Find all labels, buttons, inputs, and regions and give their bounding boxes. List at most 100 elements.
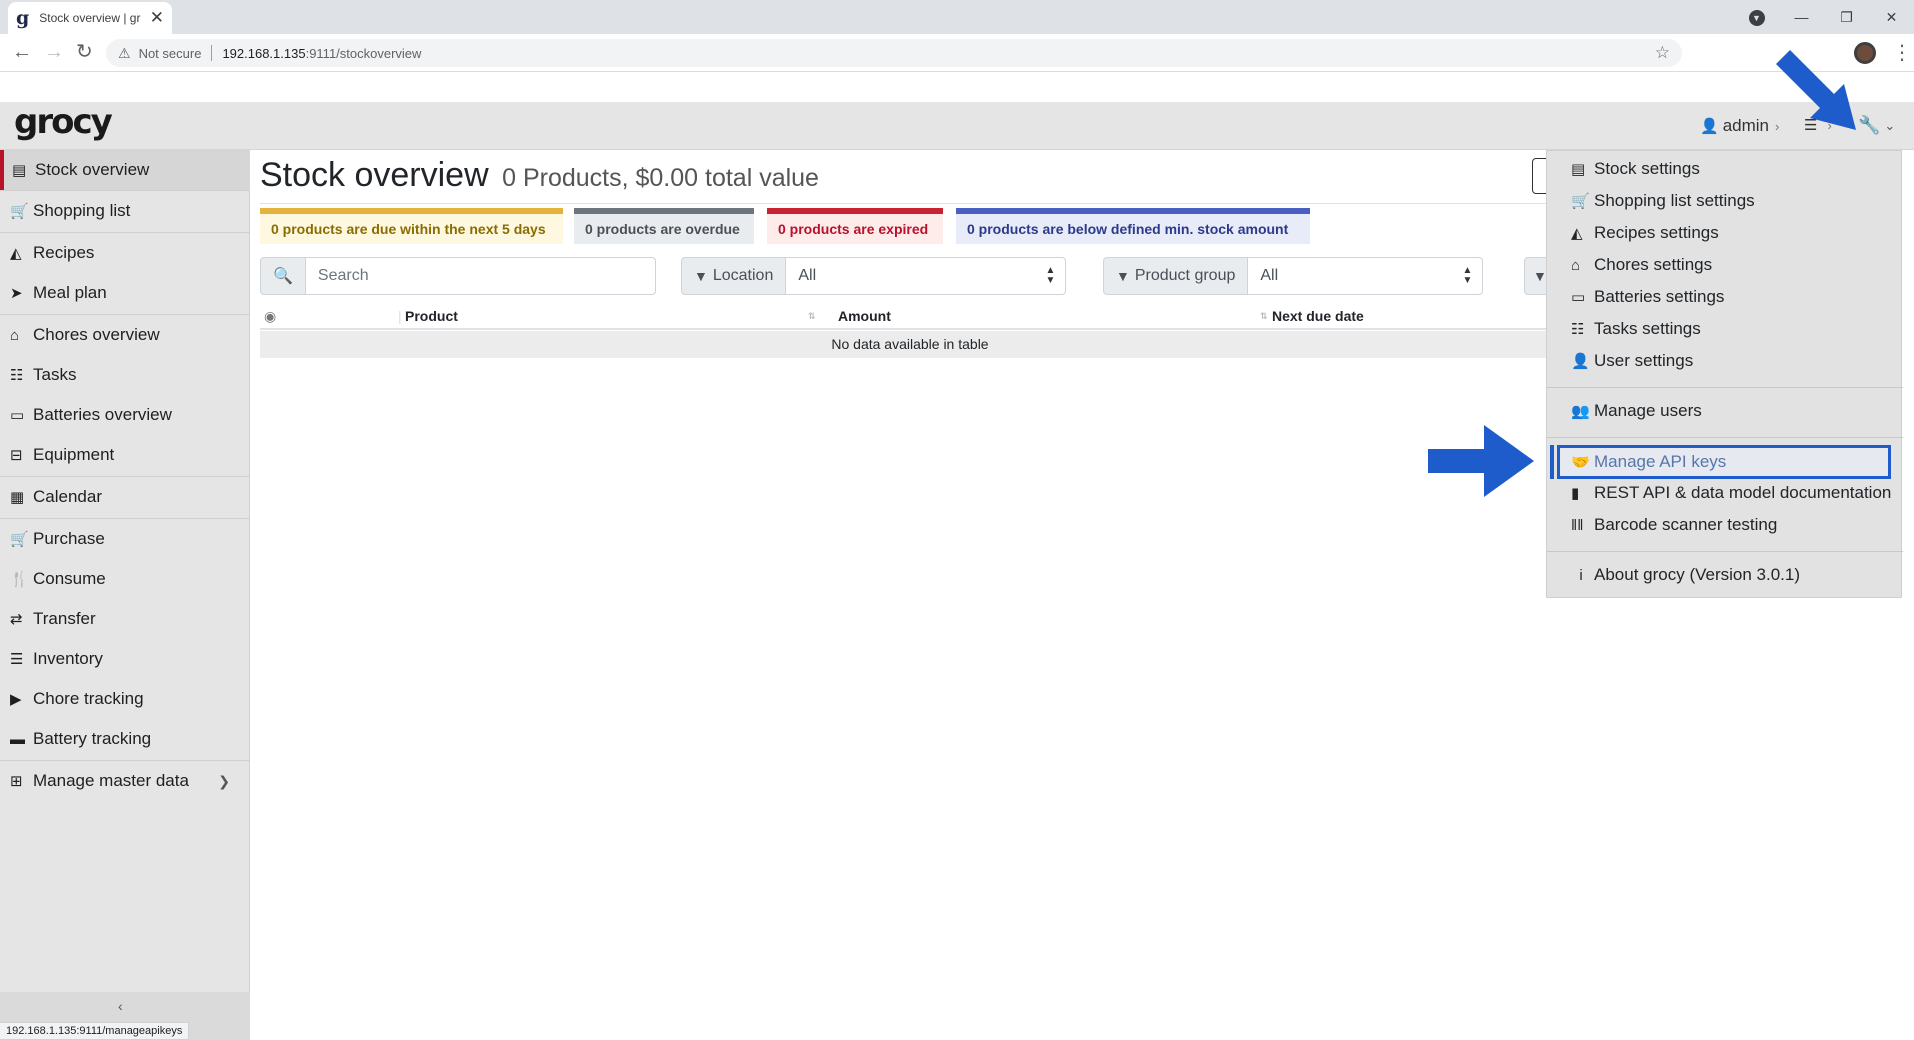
sidebar-item-chore-tracking[interactable]: ▶ Chore tracking — [0, 679, 250, 719]
omnibox-separator — [211, 45, 213, 61]
chevron-down-icon: ▼ — [1748, 10, 1765, 26]
menu-item-label: Recipes settings — [1594, 223, 1719, 242]
car-battery-icon: ▬ — [10, 730, 25, 748]
menu-item-label: About grocy (Version 3.0.1) — [1594, 565, 1801, 584]
sidebar-item-label: Purchase — [33, 529, 105, 548]
sidebar-item-label: Chore tracking — [33, 689, 144, 708]
sidebar-item-transfer[interactable]: ⇄ Transfer — [0, 599, 250, 639]
sidebar-item-shopping-list[interactable]: 🛒 Shopping list — [0, 191, 250, 231]
address-bar[interactable]: ⚠ Not secure 192.168.1.135:9111/stockove… — [106, 39, 1682, 67]
sidebar-item-purchase[interactable]: 🛒 Purchase — [0, 519, 250, 559]
minimize-button[interactable]: — — [1779, 9, 1824, 25]
stock-table-header: ◉ | Product ⇅ Amount ⇅ Next due date — [260, 303, 1560, 330]
sidebar-item-label: Tasks — [33, 365, 77, 384]
location-select[interactable]: All ▲ ▼ — [786, 257, 1067, 295]
menu-item-label: Tasks settings — [1594, 319, 1701, 338]
browser-menu-icon[interactable]: ⋮ — [1892, 40, 1912, 65]
utensils-icon: 🍴 — [10, 571, 29, 588]
menu-item-label: Manage users — [1594, 401, 1702, 420]
location-filter-label: ▼ Location — [681, 257, 787, 295]
sidebar-item-chores-overview[interactable]: ⌂ Chores overview — [0, 315, 250, 355]
tasks-icon: ☷ — [1571, 321, 1585, 338]
collapse-sidebar-icon[interactable]: ‹ — [118, 998, 123, 1014]
sidebar-item-label: Transfer — [33, 609, 96, 628]
menu-item-user-settings[interactable]: 👤 User settings — [1571, 351, 1693, 371]
home-icon: ⌂ — [1571, 256, 1581, 274]
menu-divider — [1547, 551, 1903, 552]
sidebar-nav: ▤ Stock overview 🛒 Shopping list ◭ Recip… — [0, 150, 250, 1040]
sidebar-item-battery-tracking[interactable]: ▬ Battery tracking — [0, 719, 250, 759]
battery-icon: ▭ — [1571, 289, 1586, 306]
tasks-icon: ☷ — [10, 367, 24, 384]
sidebar-item-manage-master-data[interactable]: ⊞ Manage master data ❯ — [0, 761, 250, 801]
status-badge-overdue[interactable]: 0 products are overdue — [574, 208, 754, 244]
status-badge-below-min-stock[interactable]: 0 products are below defined min. stock … — [956, 208, 1310, 244]
column-header-amount[interactable]: Amount — [838, 308, 891, 324]
column-header-next-due-date[interactable]: Next due date — [1272, 308, 1364, 324]
location-filter: ▼ Location All ▲ ▼ — [681, 257, 1067, 295]
page-subtitle: 0 Products, $0.00 total value — [502, 164, 819, 192]
users-icon: 👥 — [1571, 403, 1590, 420]
eye-icon[interactable]: ◉ — [264, 308, 276, 325]
sidebar-item-label: Battery tracking — [33, 729, 152, 748]
menu-item-manage-api-keys[interactable]: 🤝 Manage API keys — [1550, 445, 1891, 479]
search-input[interactable] — [305, 257, 656, 295]
forward-arrow-icon[interactable]: → — [44, 42, 64, 62]
tab-search-button[interactable]: ▼ — [1734, 8, 1779, 26]
product-group-label-text: Product group — [1134, 267, 1236, 284]
sidebar-item-label: Calendar — [33, 487, 102, 506]
grocy-logo[interactable]: grocy — [14, 102, 113, 142]
table-icon: ⊞ — [10, 773, 23, 790]
menu-item-batteries-settings[interactable]: ▭ Batteries settings — [1571, 287, 1724, 307]
battery-icon: ▭ — [10, 407, 25, 424]
menu-item-tasks-settings[interactable]: ☷ Tasks settings — [1571, 319, 1701, 339]
sidebar-item-tasks[interactable]: ☷ Tasks — [0, 355, 250, 395]
box-icon: ▤ — [1571, 161, 1586, 178]
product-group-select-value: All — [1260, 267, 1279, 284]
menu-item-about[interactable]: i About grocy (Version 3.0.1) — [1571, 565, 1800, 585]
sidebar-item-label: Batteries overview — [33, 405, 172, 424]
menu-item-shopping-list-settings[interactable]: 🛒 Shopping list settings — [1571, 191, 1755, 211]
bookmark-star-icon[interactable]: ☆ — [1655, 43, 1670, 63]
user-cog-icon: 👤 — [1571, 353, 1590, 370]
sidebar-item-stock-overview[interactable]: ▤ Stock overview — [0, 150, 250, 190]
close-window-button[interactable]: ✕ — [1869, 9, 1914, 26]
list-icon: ☰ — [10, 651, 24, 668]
sidebar-item-consume[interactable]: 🍴 Consume — [0, 559, 250, 599]
sidebar-item-label: Stock overview — [35, 160, 150, 179]
tab-close-icon[interactable]: ✕ — [150, 8, 164, 28]
settings-dropdown-menu: ▤ Stock settings 🛒 Shopping list setting… — [1546, 150, 1903, 598]
sort-icon: ⇅ — [808, 311, 816, 321]
sidebar-item-batteries-overview[interactable]: ▭ Batteries overview — [0, 395, 250, 435]
filter-icon: ▼ — [694, 268, 708, 284]
menu-item-manage-users[interactable]: 👥 Manage users — [1571, 401, 1702, 421]
sidebar-item-label: Inventory — [33, 649, 103, 668]
sidebar-item-recipes[interactable]: ◭ Recipes — [0, 233, 250, 273]
status-badge-due-soon[interactable]: 0 products are due within the next 5 day… — [260, 208, 563, 244]
user-icon: 👤 — [1700, 118, 1719, 135]
barcode-icon: ‖‖ — [1571, 516, 1584, 534]
product-group-select[interactable]: All ▲ ▼ — [1248, 257, 1484, 295]
status-badge-expired[interactable]: 0 products are expired — [767, 208, 943, 244]
column-header-product[interactable]: Product — [405, 308, 458, 324]
menu-item-label: Shopping list settings — [1594, 191, 1755, 210]
select-arrows-icon: ▲ ▼ — [1045, 265, 1056, 286]
window-controls: ▼ — ❐ ✕ — [1734, 0, 1914, 34]
sidebar-item-calendar[interactable]: ▦ Calendar — [0, 477, 250, 517]
reload-icon[interactable]: ↻ — [76, 42, 93, 62]
restore-button[interactable]: ❐ — [1824, 9, 1869, 26]
menu-item-stock-settings[interactable]: ▤ Stock settings — [1571, 159, 1700, 179]
back-arrow-icon[interactable]: ← — [12, 42, 32, 62]
title-divider — [260, 203, 1560, 204]
menu-item-recipes-settings[interactable]: ◭ Recipes settings — [1571, 223, 1719, 243]
sidebar-item-meal-plan[interactable]: ➤ Meal plan — [0, 273, 250, 313]
menu-item-chores-settings[interactable]: ⌂ Chores settings — [1571, 255, 1712, 275]
sidebar-item-inventory[interactable]: ☰ Inventory — [0, 639, 250, 679]
menu-item-rest-api-docs[interactable]: ▮ REST API & data model documentation — [1571, 483, 1891, 503]
grocy-favicon-icon: g — [16, 6, 30, 29]
search-icon: 🔍 — [260, 257, 306, 295]
sidebar-item-equipment[interactable]: ⊟ Equipment — [0, 435, 250, 475]
menu-item-barcode-scanner-testing[interactable]: ‖‖ Barcode scanner testing — [1571, 515, 1777, 535]
browser-tab[interactable]: g Stock overview | gr ✕ — [8, 2, 172, 34]
annotation-arrow-right-icon — [1428, 425, 1534, 497]
